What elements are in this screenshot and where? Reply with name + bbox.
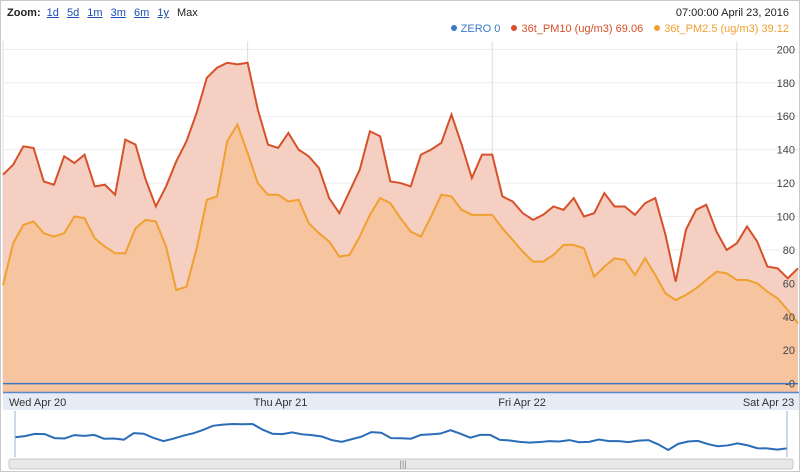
y-tick-label-140: 140 [777,145,795,157]
x-tick-label-2: Fri Apr 22 [498,397,546,409]
y-tick-label-200: 200 [777,44,795,56]
navigator-background[interactable] [3,410,799,457]
y-tick-label-60: 60 [783,278,795,290]
scrollbar-grip-icon[interactable]: ||| [399,459,406,469]
x-tick-label-1: Thu Apr 21 [254,397,308,409]
y-tick-label-180: 180 [777,78,795,90]
y-tick-label-120: 120 [777,178,795,190]
y-tick-label-100: 100 [777,212,795,224]
y-tick-label-40: 40 [783,312,795,324]
y-tick-label-0: -0 [785,379,795,391]
x-axis-band [3,392,799,410]
x-tick-label-0: Wed Apr 20 [9,397,66,409]
chart-frame: Zoom: 1d 5d 1m 3m 6m 1y Max 07:00:00 Apr… [0,0,800,472]
y-tick-label-80: 80 [783,245,795,257]
x-tick-label-3: Sat Apr 23 [743,397,794,409]
y-tick-label-160: 160 [777,111,795,123]
y-tick-label-20: 20 [783,345,795,357]
chart-canvas[interactable]: -0 20 40 60 80 100 120 140 160 180 200 Wed Apr 20 T… [1,1,800,473]
